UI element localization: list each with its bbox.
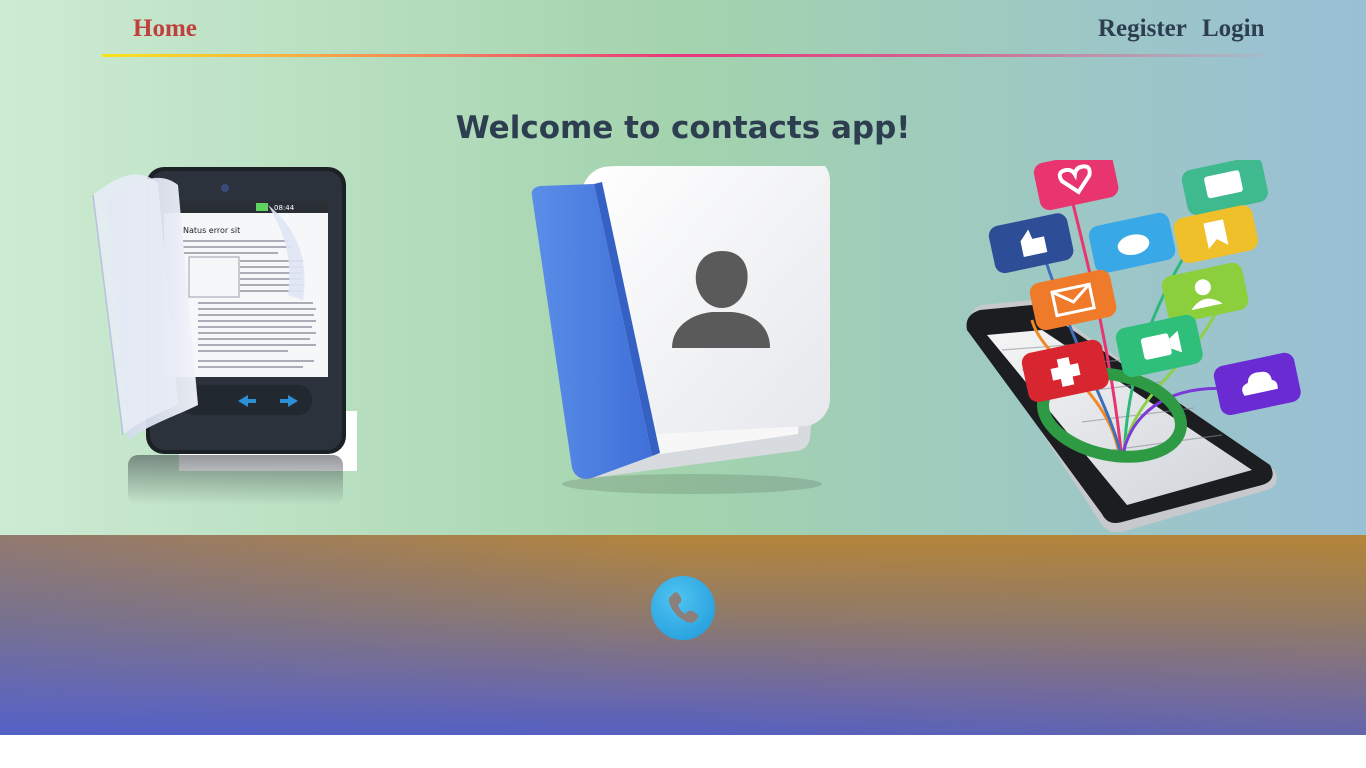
nav-home-link[interactable]: Home [133,14,197,44]
social-share-phone-icon [962,150,1312,533]
hero-section: Home Register Login Welcome to contacts … [0,0,1366,535]
call-button[interactable] [651,576,715,640]
nav-underline [102,54,1264,57]
page-title: Welcome to contacts app! [455,110,911,146]
contacts-book-icon [522,156,844,498]
ebook-heading: Natus error sit [183,226,240,235]
phone-call-icon [669,592,698,623]
footer [0,535,1366,735]
nav-register-link[interactable]: Register [1098,14,1187,44]
top-nav: Home Register Login [102,0,1265,58]
ebook-phone-icon: 08:44 Natus error sit [88,165,363,510]
ebook-status-time: 08:44 [274,204,295,212]
nav-login-link[interactable]: Login [1202,14,1265,44]
